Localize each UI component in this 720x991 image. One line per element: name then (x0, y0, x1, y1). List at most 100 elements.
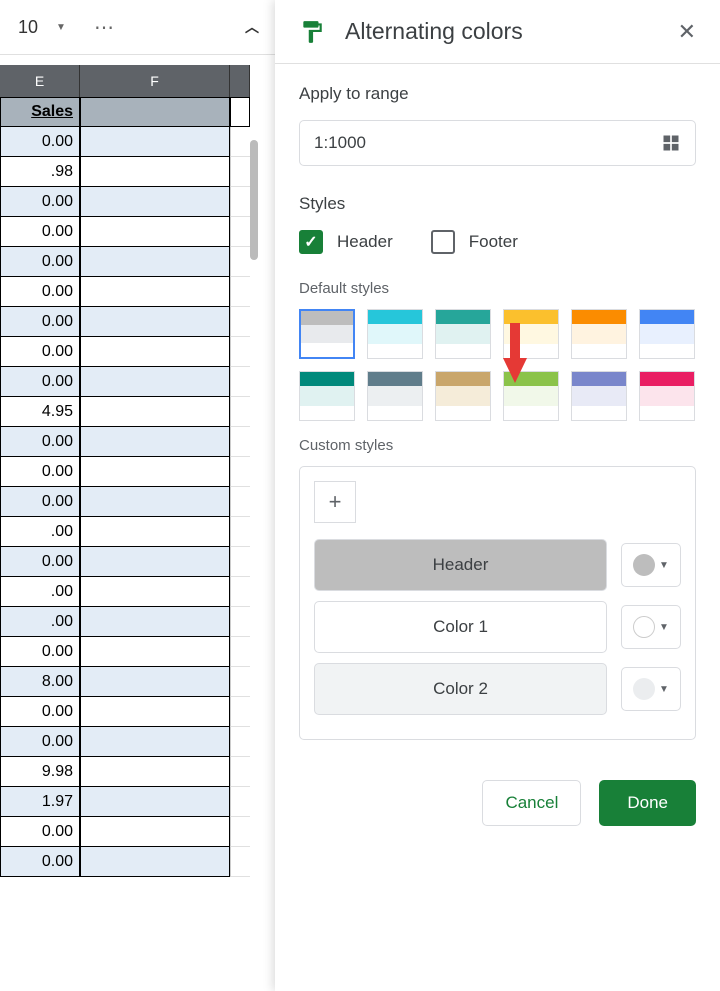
cell[interactable] (80, 337, 230, 367)
header-cell-f[interactable] (80, 97, 230, 127)
cell[interactable] (230, 187, 250, 217)
cell[interactable] (80, 457, 230, 487)
cell[interactable]: 0.00 (0, 727, 80, 757)
cell[interactable] (80, 817, 230, 847)
cell[interactable] (230, 547, 250, 577)
cell[interactable] (230, 247, 250, 277)
cell[interactable]: 0.00 (0, 427, 80, 457)
cell[interactable]: .00 (0, 607, 80, 637)
cell[interactable] (80, 577, 230, 607)
cell[interactable]: 0.00 (0, 547, 80, 577)
column-header-f[interactable]: F (80, 65, 230, 97)
cell[interactable] (80, 397, 230, 427)
cell[interactable] (80, 367, 230, 397)
cell[interactable] (80, 277, 230, 307)
cell[interactable] (230, 217, 250, 247)
cell[interactable] (80, 127, 230, 157)
cell[interactable]: 4.95 (0, 397, 80, 427)
cell[interactable] (230, 487, 250, 517)
cell[interactable] (80, 697, 230, 727)
cell[interactable] (80, 157, 230, 187)
style-swatch[interactable] (503, 371, 559, 421)
cell[interactable] (230, 787, 250, 817)
cell[interactable] (80, 187, 230, 217)
cell[interactable]: 0.00 (0, 277, 80, 307)
range-input[interactable]: 1:1000 (299, 120, 696, 166)
more-menu-icon[interactable]: ⋯ (94, 15, 116, 40)
cell[interactable] (230, 337, 250, 367)
cell[interactable] (230, 607, 250, 637)
cell[interactable] (230, 427, 250, 457)
cell[interactable] (230, 727, 250, 757)
cell[interactable] (230, 157, 250, 187)
cell[interactable]: .98 (0, 157, 80, 187)
header-cell-sales[interactable]: Sales (0, 97, 80, 127)
cell[interactable] (80, 847, 230, 877)
cell[interactable]: 0.00 (0, 487, 80, 517)
cell[interactable]: 0.00 (0, 127, 80, 157)
close-icon[interactable]: ✕ (678, 19, 696, 45)
cell[interactable]: 0.00 (0, 637, 80, 667)
footer-checkbox[interactable] (431, 230, 455, 254)
style-swatch[interactable] (435, 371, 491, 421)
collapse-chevron-up-icon[interactable]: ︿ (245, 17, 259, 37)
cell[interactable] (80, 307, 230, 337)
style-swatch[interactable] (367, 371, 423, 421)
cell[interactable]: 1.97 (0, 787, 80, 817)
cell[interactable]: 0.00 (0, 817, 80, 847)
style-swatch[interactable] (367, 309, 423, 359)
cell[interactable]: 0.00 (0, 367, 80, 397)
done-button[interactable]: Done (599, 780, 696, 826)
cell[interactable] (80, 517, 230, 547)
cell[interactable] (80, 427, 230, 457)
cell[interactable] (80, 607, 230, 637)
cell[interactable] (80, 547, 230, 577)
cell[interactable]: 0.00 (0, 307, 80, 337)
color2-picker[interactable]: ▼ (621, 667, 681, 711)
cell[interactable] (80, 757, 230, 787)
style-swatch[interactable] (299, 371, 355, 421)
cell[interactable] (230, 397, 250, 427)
cell[interactable]: 0.00 (0, 847, 80, 877)
cell[interactable]: 8.00 (0, 667, 80, 697)
cell[interactable]: 9.98 (0, 757, 80, 787)
cell[interactable]: 0.00 (0, 247, 80, 277)
style-swatch[interactable] (435, 309, 491, 359)
cell[interactable] (230, 277, 250, 307)
cell[interactable] (80, 637, 230, 667)
cell[interactable] (230, 847, 250, 877)
cell[interactable] (80, 217, 230, 247)
cell[interactable] (230, 307, 250, 337)
cell[interactable] (230, 577, 250, 607)
cell[interactable]: 0.00 (0, 457, 80, 487)
style-swatch[interactable] (299, 309, 355, 359)
cell[interactable] (80, 247, 230, 277)
cell[interactable] (230, 667, 250, 697)
cell[interactable]: 0.00 (0, 217, 80, 247)
style-swatch[interactable] (571, 371, 627, 421)
style-swatch[interactable] (571, 309, 627, 359)
style-swatch[interactable] (639, 309, 695, 359)
cell[interactable]: 0.00 (0, 697, 80, 727)
cell[interactable] (80, 727, 230, 757)
cell[interactable]: .00 (0, 577, 80, 607)
cell[interactable] (230, 637, 250, 667)
cancel-button[interactable]: Cancel (482, 780, 581, 826)
cell[interactable] (230, 697, 250, 727)
cell[interactable]: .00 (0, 517, 80, 547)
cell[interactable] (80, 487, 230, 517)
font-size-dropdown[interactable]: 10 ▼ (8, 17, 76, 38)
cell[interactable] (230, 517, 250, 547)
style-swatch[interactable] (503, 309, 559, 359)
select-range-icon[interactable] (661, 133, 681, 153)
cell[interactable]: 0.00 (0, 187, 80, 217)
cell[interactable] (230, 127, 250, 157)
cell[interactable] (230, 457, 250, 487)
header-checkbox[interactable]: ✓ (299, 230, 323, 254)
color1-picker[interactable]: ▼ (621, 605, 681, 649)
cell[interactable] (80, 667, 230, 697)
cell[interactable] (230, 757, 250, 787)
cell[interactable] (80, 787, 230, 817)
cell[interactable] (230, 367, 250, 397)
column-header-e[interactable]: E (0, 65, 80, 97)
